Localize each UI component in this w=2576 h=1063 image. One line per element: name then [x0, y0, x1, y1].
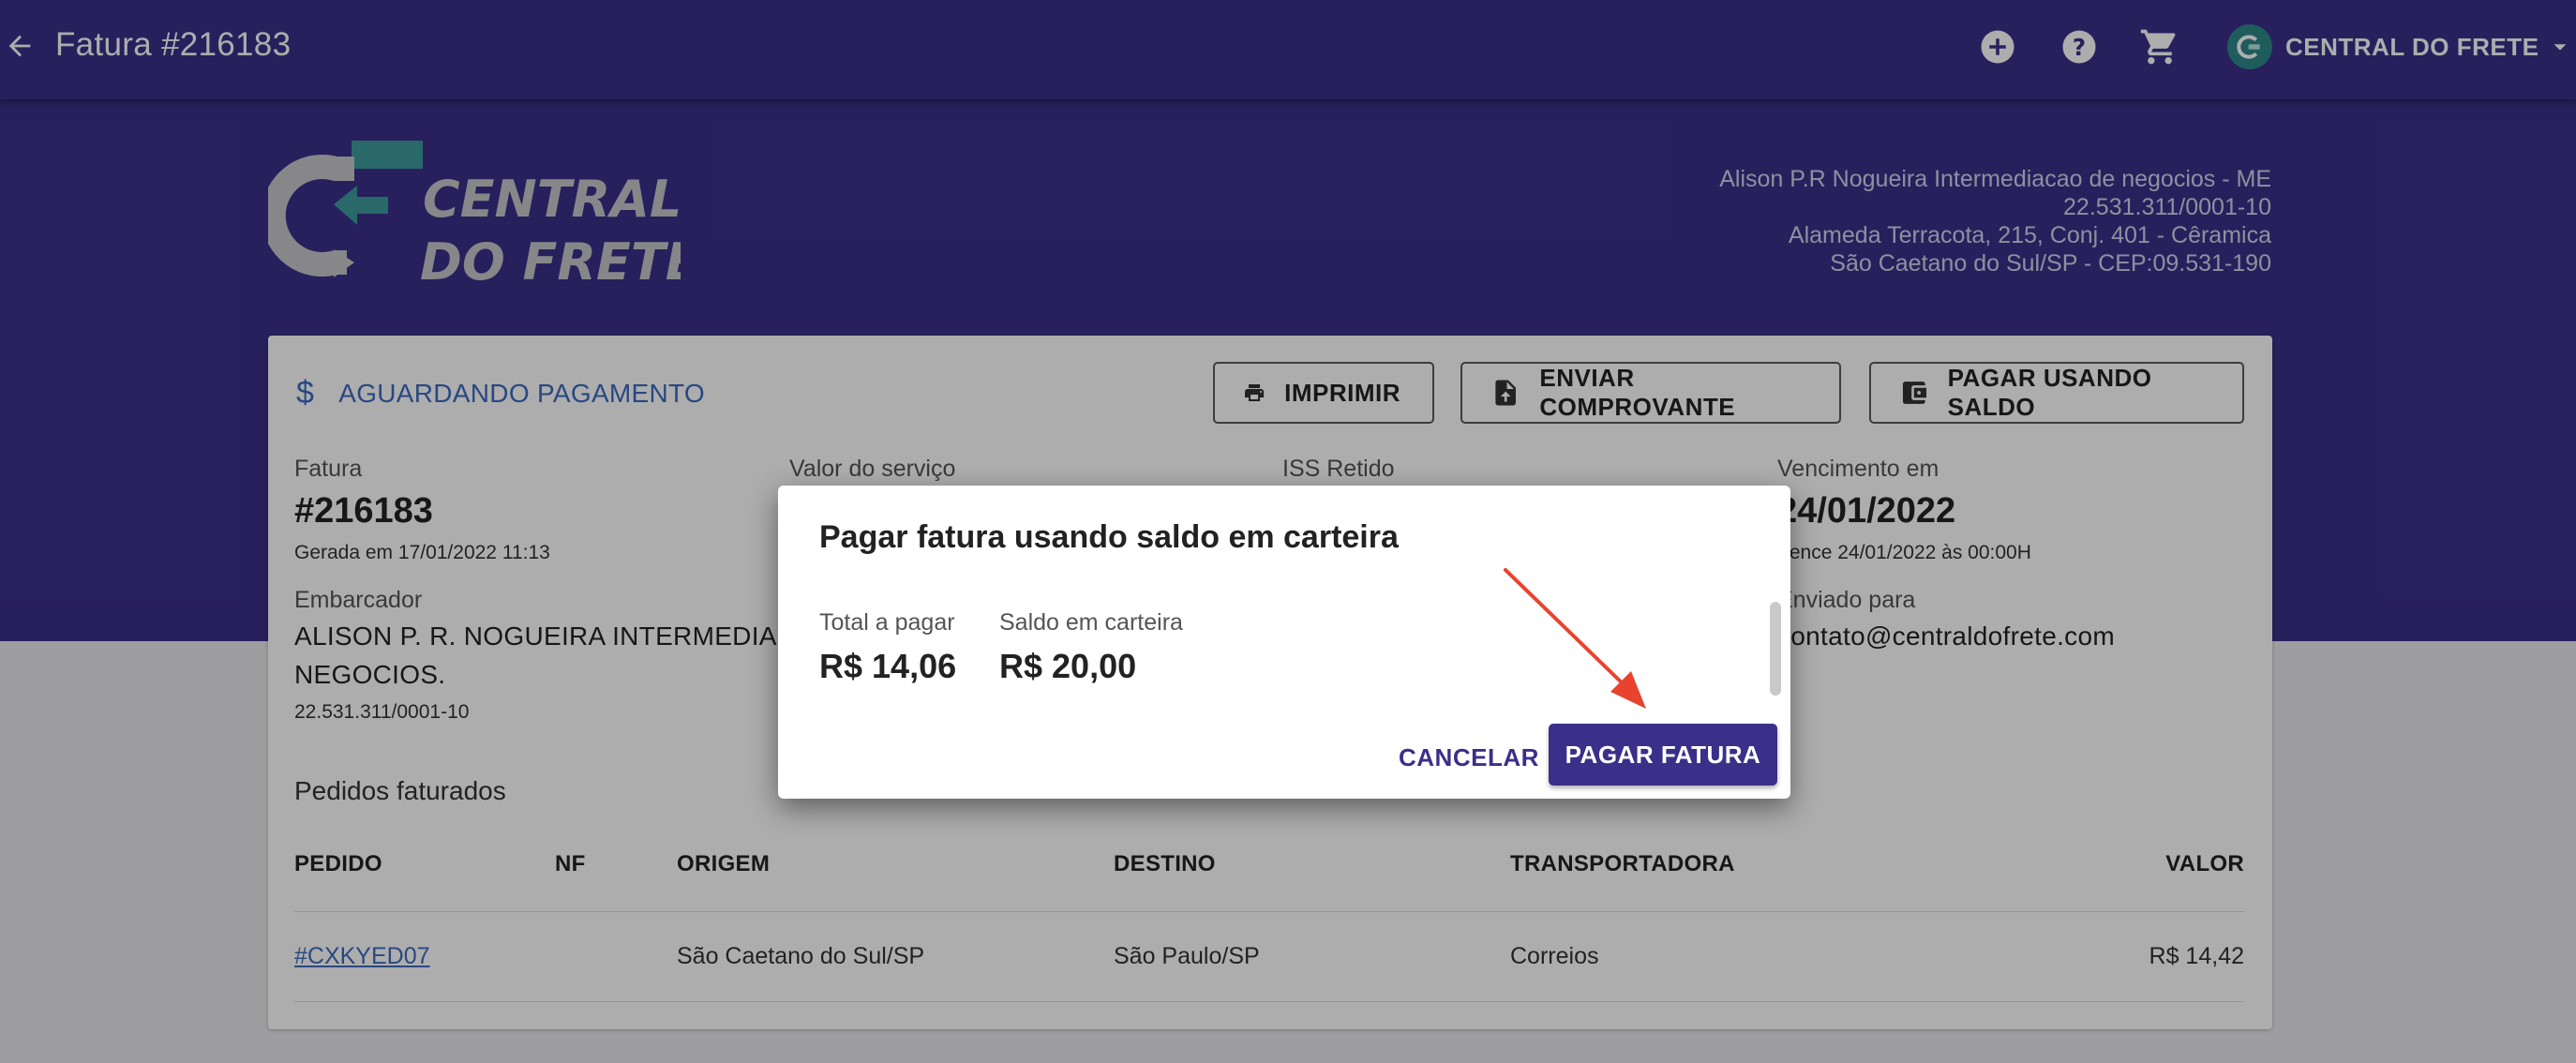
annotation-arrow-icon — [1504, 568, 1646, 709]
dialog-title: Pagar fatura usando saldo em carteira — [819, 519, 1399, 555]
balance-value: R$ 20,00 — [999, 647, 1137, 685]
total-value: R$ 14,06 — [819, 647, 957, 685]
pay-invoice-button[interactable]: PAGAR FATURA — [1549, 724, 1777, 786]
cancel-button[interactable]: CANCELAR — [1382, 727, 1556, 787]
balance-label: Saldo em carteira — [999, 609, 1183, 636]
total-label: Total a pagar — [819, 609, 955, 636]
scrollbar-thumb[interactable] — [1770, 602, 1781, 696]
